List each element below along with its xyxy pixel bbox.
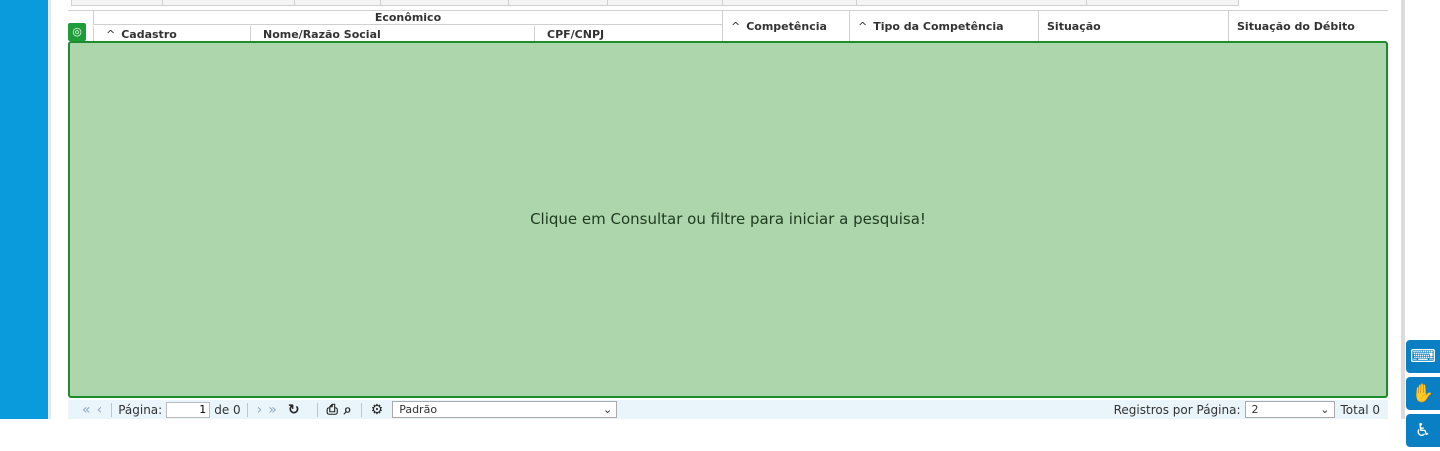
sort-asc-icon[interactable]: ^: [731, 11, 740, 43]
chevron-down-icon: ⌄: [602, 403, 613, 416]
page-label: Página:: [118, 402, 163, 417]
pager-right-group: Registros por Página: 2 ⌄ Total 0: [1114, 401, 1388, 418]
toolbar-segment[interactable]: [162, 0, 163, 6]
empty-message: Clique em Consultar ou filtre para inici…: [530, 209, 926, 228]
toolbar-strip: [71, 0, 1239, 6]
divider: [360, 402, 362, 417]
toolbar-segment[interactable]: [607, 0, 608, 6]
column-header-situacao-debito[interactable]: Situação do Débito: [1228, 11, 1388, 43]
total-label: Total 0: [1340, 402, 1380, 417]
column-header-tipo-competencia[interactable]: ^ Tipo da Competência: [849, 11, 1038, 43]
layout-select[interactable]: Padrão ⌄: [392, 401, 618, 418]
toolbar-segment[interactable]: [856, 0, 857, 6]
column-label: Cadastro: [121, 28, 177, 41]
rows-per-page-label: Registros por Página:: [1113, 402, 1241, 417]
layout-select-value: Padrão: [399, 403, 438, 416]
toolbar-segment[interactable]: [1086, 0, 1087, 6]
accessibility-widgets: ⌨ ✋ ♿: [1406, 340, 1440, 451]
sort-asc-icon[interactable]: ^: [858, 11, 867, 43]
main-content: ◎ Econômico ^ Cadastro Nome/Razão Social …: [51, 0, 1401, 419]
print-icon[interactable]: ⎙: [327, 402, 338, 418]
toolbar-segment[interactable]: [294, 0, 295, 6]
column-header-competencia[interactable]: ^ Competência: [722, 11, 849, 43]
column-label: Situação: [1047, 20, 1101, 33]
double-chevron-left-icon[interactable]: «: [82, 402, 91, 418]
column-label: Situação do Débito: [1237, 20, 1355, 33]
left-sidebar-rail: [0, 0, 48, 419]
column-header-situacao[interactable]: Situação: [1038, 11, 1228, 43]
empty-results-panel: Clique em Consultar ou filtre para inici…: [68, 41, 1388, 398]
column-label: Tipo da Competência: [873, 20, 1004, 33]
toolbar-segment[interactable]: [722, 0, 723, 6]
sign-language-icon[interactable]: ✋: [1406, 377, 1440, 410]
divider: [316, 402, 318, 417]
pagination-bar: « ‹ Página: de 0 › » ↻ ⎙ ⌕ ⚙ Padrão ⌄ Re…: [68, 400, 1388, 419]
target-icon[interactable]: ◎: [68, 23, 86, 41]
page-number-input[interactable]: [166, 401, 211, 418]
rows-per-page-select[interactable]: 2 ⌄: [1244, 401, 1335, 418]
column-label: CPF/CNPJ: [547, 28, 605, 41]
toolbar-segment[interactable]: [508, 0, 509, 6]
divider: [111, 402, 113, 417]
column-label: Nome/Razão Social: [263, 28, 381, 41]
group-header-economico: Econômico: [93, 11, 722, 25]
chevron-left-icon[interactable]: ‹: [97, 402, 103, 418]
keyboard-icon[interactable]: ⌨: [1406, 340, 1440, 373]
search-icon[interactable]: ⌕: [344, 402, 352, 418]
chevron-right-icon[interactable]: ›: [257, 402, 263, 418]
page-count-label: de 0: [214, 402, 241, 417]
column-label: Competência: [746, 20, 827, 33]
grid-header: ◎ Econômico ^ Cadastro Nome/Razão Social …: [68, 10, 1388, 43]
double-chevron-right-icon[interactable]: »: [268, 402, 277, 418]
chevron-down-icon: ⌄: [1320, 403, 1330, 416]
divider: [246, 402, 248, 417]
rows-per-page-value: 2: [1251, 403, 1259, 416]
refresh-icon[interactable]: ↻: [288, 402, 300, 418]
gear-icon[interactable]: ⚙: [371, 402, 384, 418]
toolbar-segment[interactable]: [380, 0, 381, 6]
